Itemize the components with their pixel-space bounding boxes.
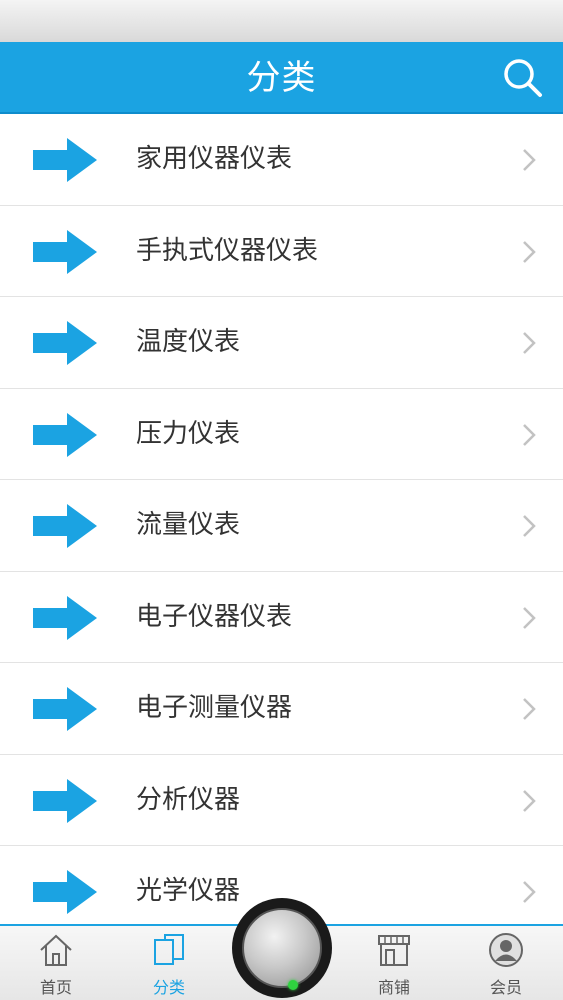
chevron-right-icon: [523, 332, 536, 354]
status-bar: [0, 0, 563, 42]
search-icon: [504, 59, 542, 97]
list-item[interactable]: 家用仪器仪表: [0, 114, 563, 206]
member-icon: [489, 933, 523, 967]
chevron-right-icon: [523, 149, 536, 171]
tab-home[interactable]: 首页: [11, 926, 101, 1000]
tab-label: 商铺: [377, 978, 410, 997]
chevron-right-icon: [523, 698, 536, 720]
chevron-right-icon: [523, 515, 536, 537]
list-item-label: 手执式仪器仪表: [136, 235, 319, 266]
category-icon: [154, 934, 184, 965]
list-item[interactable]: 手执式仪器仪表: [0, 205, 563, 297]
chevron-right-icon: [523, 789, 536, 812]
list-item[interactable]: 电子仪器仪表: [0, 571, 563, 663]
tab-label: 首页: [39, 978, 72, 997]
tab-category[interactable]: 分类: [124, 926, 214, 1000]
page-title: 分类: [246, 58, 317, 98]
list-item[interactable]: 温度仪表: [0, 297, 563, 389]
arrow-right-icon: [33, 504, 97, 548]
chevron-right-icon: [523, 881, 536, 903]
center-knob-button[interactable]: [232, 898, 332, 998]
search-button[interactable]: [501, 56, 545, 100]
shop-icon: [378, 935, 410, 966]
chevron-right-icon: [523, 423, 536, 446]
arrow-right-icon: [33, 778, 97, 823]
list-item-label: 流量仪表: [136, 510, 241, 540]
list-item-label: 光学仪器: [136, 876, 241, 906]
list-item[interactable]: 电子测量仪器: [0, 663, 563, 755]
list-item-label: 家用仪器仪表: [136, 144, 293, 174]
list-item-label: 温度仪表: [136, 327, 241, 357]
arrow-right-icon: [33, 870, 97, 914]
tab-label: 分类: [152, 978, 185, 997]
status-dot: [288, 980, 298, 990]
chevron-right-icon: [523, 240, 536, 263]
arrow-right-icon: [33, 687, 97, 731]
header-bar: 分类: [0, 42, 563, 114]
tab-label: 会员: [489, 978, 522, 997]
center-knob-icon: [242, 908, 322, 990]
chevron-right-icon: [523, 606, 536, 629]
arrow-right-icon: [33, 595, 97, 640]
arrow-right-icon: [33, 412, 97, 457]
list-item-label: 分析仪器: [136, 784, 241, 815]
list-item[interactable]: 流量仪表: [0, 480, 563, 572]
list-item-label: 电子测量仪器: [136, 693, 293, 723]
list-item-label: 电子仪器仪表: [136, 601, 293, 632]
arrow-right-icon: [33, 229, 97, 274]
home-icon: [40, 934, 72, 966]
arrow-right-icon: [33, 321, 97, 365]
list-item[interactable]: 压力仪表: [0, 388, 563, 480]
arrow-right-icon: [33, 138, 97, 182]
tab-shop[interactable]: 商铺: [349, 926, 439, 1000]
tab-member[interactable]: 会员: [461, 926, 551, 1000]
list-item[interactable]: 分析仪器: [0, 754, 563, 846]
category-list: 家用仪器仪表 手执式仪器仪表 温度仪表 压力仪表 流量仪表 电子仪器仪表 电子测…: [0, 114, 563, 924]
list-item-label: 压力仪表: [136, 418, 241, 449]
